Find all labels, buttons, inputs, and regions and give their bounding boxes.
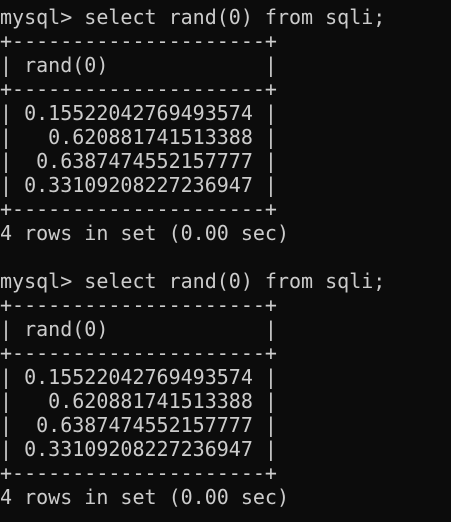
- table-border-bottom: +---------------------+: [0, 197, 277, 221]
- command-line: mysql> select rand(0) from sqli;: [0, 269, 451, 293]
- command-text: select rand(0) from sqli;: [72, 5, 386, 29]
- table-border-mid: +---------------------+: [0, 341, 277, 365]
- table-border-top: +---------------------+: [0, 29, 277, 53]
- table-row: | 0.33109208227236947 |: [0, 437, 277, 461]
- query-block-1: mysql> select rand(0) from sqli; +------…: [0, 5, 451, 245]
- command-text: select rand(0) from sqli;: [72, 269, 386, 293]
- command-line: mysql> select rand(0) from sqli;: [0, 5, 451, 29]
- table-border-mid: +---------------------+: [0, 77, 277, 101]
- query-block-2: mysql> select rand(0) from sqli; +------…: [0, 269, 451, 509]
- terminal-window[interactable]: mysql> select rand(0) from sqli; +------…: [0, 0, 451, 522]
- table-header-row: | rand(0) |: [0, 53, 277, 77]
- table-row: | 0.15522042769493574 |: [0, 101, 277, 125]
- table-row: | 0.6387474552157777 |: [0, 149, 277, 173]
- table-row: | 0.620881741513388 |: [0, 389, 277, 413]
- result-summary: 4 rows in set (0.00 sec): [0, 221, 289, 245]
- table-row: | 0.620881741513388 |: [0, 125, 277, 149]
- table-border-bottom: +---------------------+: [0, 461, 277, 485]
- table-row: | 0.33109208227236947 |: [0, 173, 277, 197]
- table-header-row: | rand(0) |: [0, 317, 277, 341]
- result-summary: 4 rows in set (0.00 sec): [0, 485, 289, 509]
- mysql-prompt: mysql>: [0, 269, 73, 293]
- table-row: | 0.15522042769493574 |: [0, 365, 277, 389]
- table-border-top: +---------------------+: [0, 293, 277, 317]
- table-row: | 0.6387474552157777 |: [0, 413, 277, 437]
- mysql-prompt: mysql>: [0, 5, 73, 29]
